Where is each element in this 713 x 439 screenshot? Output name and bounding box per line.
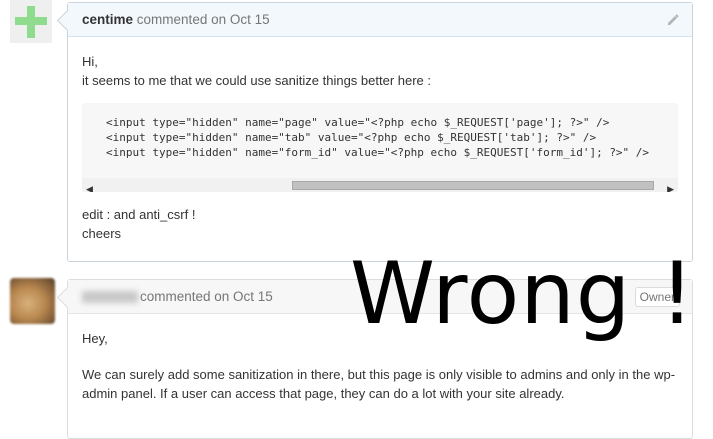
code-block: <input type="hidden" name="page" value="… (82, 103, 678, 192)
pencil-icon[interactable] (666, 13, 680, 27)
comment-body: Hi, it seems to me that we could use san… (68, 37, 692, 243)
comment-line: Hi, (82, 54, 98, 69)
code-line: <input type="hidden" name="form_id" valu… (106, 146, 650, 159)
comment-author[interactable]: centime (82, 12, 133, 27)
avatar-plus-horizontal (15, 17, 47, 25)
comment-timestamp[interactable]: commented on Oct 15 (140, 289, 273, 304)
comment: centime commented on Oct 15 Hi, it seems… (56, 2, 693, 262)
code-line: <input type="hidden" name="tab" value="<… (106, 131, 597, 144)
comment-line: edit : and anti_csrf ! (82, 207, 196, 222)
avatar[interactable] (10, 278, 55, 324)
comment-caret (56, 9, 79, 32)
scroll-left-icon[interactable]: ◀ (86, 180, 93, 192)
avatar[interactable] (10, 0, 52, 43)
comment-caret (56, 286, 79, 309)
comment-line: it seems to me that we could use sanitiz… (82, 73, 432, 88)
code-line: <input type="hidden" name="page" value="… (106, 116, 610, 129)
overlay-annotation: Wrong ! (350, 244, 696, 344)
comment-header: centime commented on Oct 15 (56, 3, 692, 37)
comment-author-redacted[interactable] (82, 291, 138, 304)
horizontal-scrollbar[interactable]: ◀ ▶ (82, 178, 678, 192)
scrollbar-thumb[interactable] (292, 181, 654, 190)
comment-line: We can surely add some sanitization in t… (82, 367, 676, 401)
code-lines: <input type="hidden" name="page" value="… (106, 115, 649, 160)
comment-timestamp[interactable]: commented on Oct 15 (137, 12, 270, 27)
scroll-right-icon[interactable]: ▶ (667, 180, 674, 192)
comment-line: cheers (82, 226, 122, 241)
